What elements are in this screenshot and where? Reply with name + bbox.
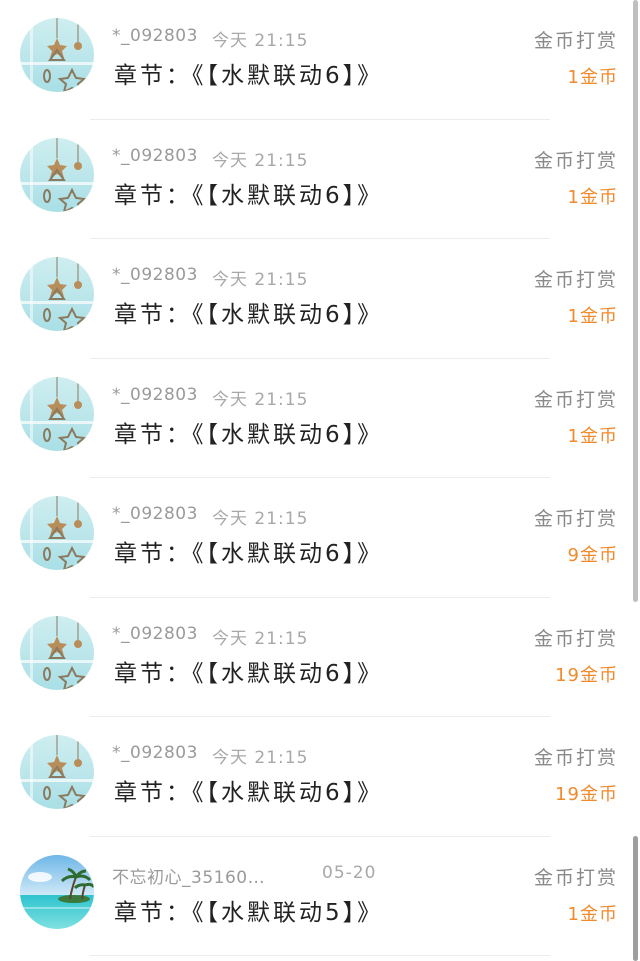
chapter-title: 章节：《【水默联动6】》: [114, 63, 384, 89]
reward-row[interactable]: *_092803 今天 21:15 章节：《【水默联动6】》 金币打赏 1金币: [0, 120, 640, 239]
scrollbar[interactable]: [633, 0, 638, 602]
reward-amount: 1金币: [567, 903, 618, 925]
avatar[interactable]: [20, 137, 94, 212]
chapter-title: 章节：《【水默联动5】》: [114, 899, 384, 926]
avatar[interactable]: [20, 735, 94, 809]
timestamp: 今天 21:15: [212, 748, 309, 768]
reward-amount: 1金币: [567, 186, 618, 208]
divider: [90, 955, 550, 956]
reward-row[interactable]: *_092803 今天 21:15 章节：《【水默联动6】》 金币打赏 1金币: [0, 0, 640, 120]
chapter-title: 章节：《【水默联动6】》: [114, 302, 384, 328]
username[interactable]: *_092803: [112, 743, 198, 763]
username[interactable]: *_092803: [112, 26, 198, 46]
reward-type-label: 金币打赏: [533, 627, 618, 650]
reward-amount: 1金币: [567, 425, 618, 447]
chapter-title: 章节：《【水默联动6】》: [114, 182, 384, 209]
star-ornament-icon: [20, 615, 94, 690]
timestamp: 今天 21:15: [212, 31, 309, 51]
chapter-title: 章节：《【水默联动6】》: [114, 541, 384, 567]
reward-type-label: 金币打赏: [533, 508, 618, 530]
username[interactable]: *_092803: [112, 265, 198, 285]
reward-amount: 19金币: [555, 784, 618, 805]
star-ornament-icon: [20, 257, 94, 331]
username[interactable]: *_092803: [112, 504, 198, 524]
chapter-title: 章节：《【水默联动6】》: [114, 660, 384, 687]
avatar[interactable]: [20, 376, 94, 451]
timestamp: 今天 21:15: [212, 509, 309, 529]
reward-type-label: 金币打赏: [533, 149, 618, 172]
timestamp: 今天 21:15: [212, 389, 309, 410]
chapter-title: 章节：《【水默联动6】》: [114, 780, 384, 806]
reward-list: *_092803 今天 21:15 章节：《【水默联动6】》 金币打赏 1金币: [0, 0, 640, 956]
reward-row[interactable]: *_092803 今天 21:15 章节：《【水默联动6】》 金币打赏 19金币: [0, 717, 640, 837]
reward-amount: 19金币: [555, 664, 618, 686]
reward-type-label: 金币打赏: [533, 388, 618, 411]
username[interactable]: *_092803: [112, 385, 198, 405]
username[interactable]: *_092803: [112, 146, 198, 166]
reward-amount: 9金币: [567, 545, 618, 566]
avatar[interactable]: [20, 18, 94, 92]
star-ornament-icon: [20, 137, 94, 212]
avatar[interactable]: [20, 854, 94, 929]
star-ornament-icon: [20, 735, 94, 809]
timestamp: 05-20: [322, 862, 377, 883]
timestamp: 今天 21:15: [212, 270, 309, 290]
chapter-title: 章节：《【水默联动6】》: [114, 421, 384, 448]
username[interactable]: *_092803: [112, 624, 198, 644]
reward-row[interactable]: *_092803 今天 21:15 章节：《【水默联动6】》 金币打赏 9金币: [0, 478, 640, 598]
username[interactable]: 不忘初心_35160…: [112, 863, 265, 888]
reward-type-label: 金币打赏: [533, 747, 618, 769]
reward-amount: 1金币: [567, 67, 618, 88]
scrollbar-thumb[interactable]: [633, 836, 638, 961]
timestamp: 今天 21:15: [212, 628, 309, 649]
avatar[interactable]: [20, 496, 94, 570]
beach-island-icon: [20, 854, 94, 929]
avatar[interactable]: [20, 615, 94, 690]
reward-type-label: 金币打赏: [533, 866, 618, 889]
avatar[interactable]: [20, 257, 94, 331]
reward-row[interactable]: *_092803 今天 21:15 章节：《【水默联动6】》 金币打赏 1金币: [0, 239, 640, 359]
star-ornament-icon: [20, 18, 94, 92]
star-ornament-icon: [20, 376, 94, 451]
timestamp: 今天 21:15: [212, 150, 309, 171]
reward-row[interactable]: *_092803 今天 21:15 章节：《【水默联动6】》 金币打赏 1金币: [0, 359, 640, 478]
reward-type-label: 金币打赏: [533, 269, 618, 291]
reward-row[interactable]: *_092803 今天 21:15 章节：《【水默联动6】》 金币打赏 19金币: [0, 598, 640, 717]
star-ornament-icon: [20, 496, 94, 570]
reward-amount: 1金币: [567, 306, 618, 327]
reward-row[interactable]: 不忘初心_35160… 05-20 章节：《【水默联动5】》 金币打赏 1金币: [0, 837, 640, 956]
reward-type-label: 金币打赏: [533, 30, 618, 52]
